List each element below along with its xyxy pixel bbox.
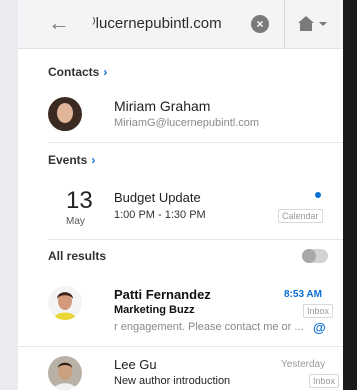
event-time: 1:00 PM - 1:30 PM: [114, 209, 206, 221]
folder-badge: Inbox: [303, 304, 334, 318]
sender-name: Lee Gu: [114, 357, 157, 372]
contact-photo: [48, 97, 82, 131]
back-arrow-icon[interactable]: ←: [48, 11, 70, 35]
sender-name: Patti Fernandez: [114, 287, 211, 302]
message-preview: r engagement. Please contact me or ...: [114, 321, 304, 333]
contacts-heading[interactable]: Contacts ›: [48, 65, 107, 79]
contacts-heading-label: Contacts: [48, 65, 100, 79]
home-account-switcher[interactable]: [295, 12, 335, 36]
search-results-screen: ← ⁾lucernepubintl.com × Contacts › Miriam…: [18, 0, 343, 390]
mention-at-icon: @: [313, 320, 326, 335]
folder-badge: Calendar: [278, 209, 323, 223]
search-input[interactable]: ⁾lucernepubintl.com: [92, 14, 222, 32]
search-bar-divider: [284, 0, 285, 48]
chevron-down-icon: [319, 22, 327, 26]
attachment-filter-toggle[interactable]: [302, 249, 328, 263]
clear-search-icon[interactable]: ×: [251, 15, 269, 33]
events-heading-label: Events: [48, 153, 88, 167]
sender-photo: [48, 356, 82, 390]
contact-name[interactable]: Miriam Graham: [114, 98, 210, 114]
event-title: Budget Update: [114, 190, 201, 205]
folder-badge: Inbox: [309, 374, 340, 388]
background-edge-right: [343, 0, 357, 390]
background-edge-left: [0, 0, 18, 390]
list-divider: [18, 346, 343, 347]
paperclip-icon: [302, 249, 316, 263]
message-subject: New author introduction: [114, 375, 231, 387]
home-icon: [298, 16, 327, 31]
event-month: May: [66, 216, 85, 227]
chevron-right-icon: ›: [91, 153, 96, 167]
section-divider: [48, 239, 343, 240]
message-time: 8:53 AM: [284, 289, 322, 300]
event-day: 13: [66, 187, 93, 214]
search-bar: ← ⁾lucernepubintl.com ×: [18, 0, 343, 49]
avatar: [48, 286, 82, 320]
events-heading[interactable]: Events ›: [48, 153, 95, 167]
all-results-heading: All results: [48, 249, 107, 263]
chevron-right-icon: ›: [103, 65, 108, 79]
contact-email: MiriamG@lucernepubintl.com: [114, 117, 260, 129]
avatar: [48, 356, 82, 390]
avatar[interactable]: [48, 97, 82, 131]
section-divider: [48, 142, 343, 143]
message-subject: Marketing Buzz: [114, 304, 195, 316]
message-time: Yesterday: [281, 359, 326, 370]
event-dot-icon: [315, 192, 321, 198]
sender-photo: [48, 286, 82, 320]
